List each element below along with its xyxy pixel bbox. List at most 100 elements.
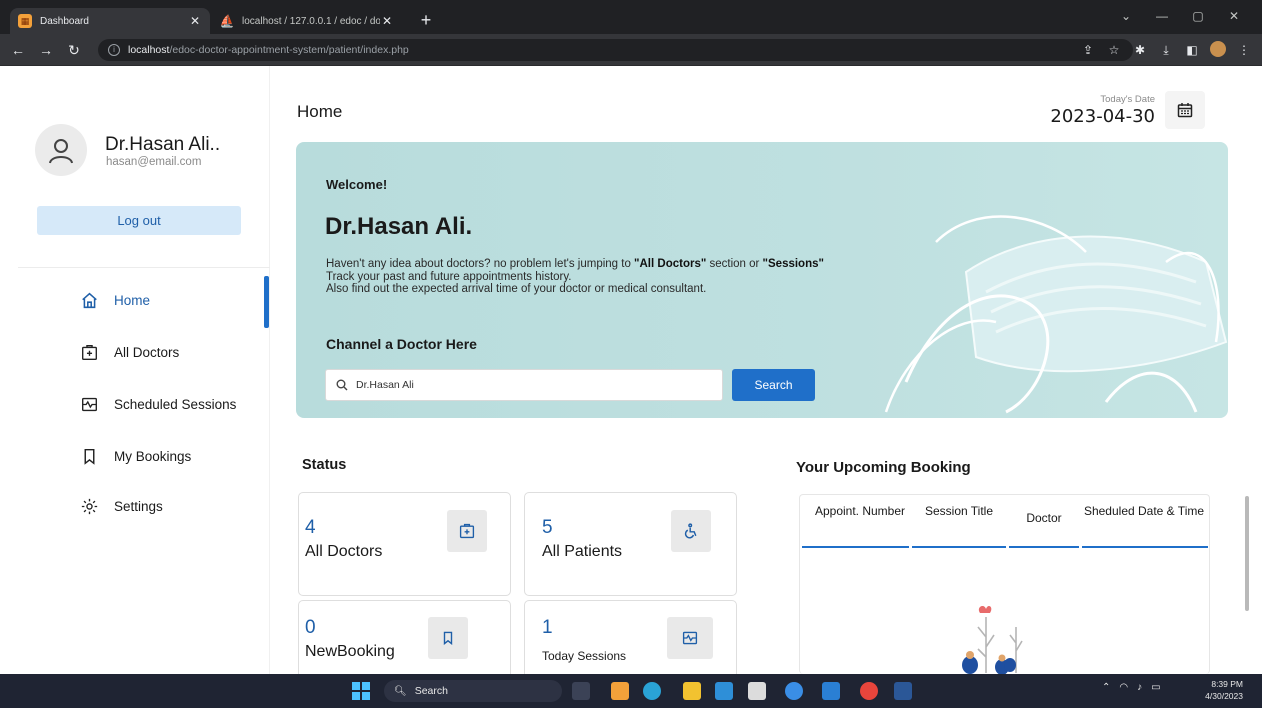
minimize-icon[interactable]: — (1144, 6, 1180, 26)
vscode-icon[interactable] (822, 682, 840, 700)
dashboard-favicon-icon: ▦ (18, 14, 32, 28)
stat-card-all-doctors[interactable]: 4 All Doctors (298, 492, 511, 596)
stat-number: 5 (542, 517, 553, 538)
windows-start-icon[interactable] (352, 682, 370, 700)
page-scrollbar[interactable] (1245, 496, 1249, 611)
taskbar-clock[interactable]: 8:39 PM 4/30/2023 (1205, 678, 1243, 702)
forward-icon[interactable]: → (36, 40, 56, 60)
search-icon: 🔍︎ (394, 685, 407, 697)
sessions-icon (80, 395, 98, 413)
sessions-link: "Sessions" (762, 258, 824, 270)
url-path: /edoc-doctor-appointment-system/patient/… (169, 44, 409, 56)
col-doctor: Doctor (1026, 511, 1062, 525)
stat-number: 1 (542, 617, 553, 638)
welcome-description: Haven't any idea about doctors? no probl… (326, 258, 824, 296)
profile-avatar-icon[interactable] (1210, 41, 1226, 57)
home-icon (80, 291, 98, 309)
extensions-icon[interactable]: ✱ (1132, 41, 1148, 59)
face-masks-image (884, 215, 1228, 414)
close-tab-icon[interactable]: ✕ (380, 14, 394, 28)
header-underline (912, 546, 1006, 548)
calendar-button[interactable] (1165, 91, 1205, 129)
browser-toolbar: ⇪ ☆ ✱ ⤓ ◧ ⋮ (1080, 41, 1252, 59)
date-value: 2023-04-30 (1050, 106, 1155, 127)
taskbar-search-label: Search (414, 685, 448, 697)
wheelchair-icon (671, 510, 711, 552)
sidebar-item-my-bookings[interactable]: My Bookings (80, 444, 191, 468)
skype-icon[interactable] (785, 682, 803, 700)
taskbar-search[interactable]: 🔍︎ Search (384, 680, 562, 702)
mail-icon[interactable] (715, 682, 733, 700)
channel-doctor-title: Channel a Doctor Here (326, 336, 477, 352)
new-tab-button[interactable]: + (416, 10, 436, 30)
upcoming-booking-title: Your Upcoming Booking (796, 459, 971, 476)
sidebar-item-label: Home (114, 292, 151, 308)
tab-search-icon[interactable]: ⌄ (1108, 6, 1144, 26)
chrome-icon[interactable] (860, 682, 878, 700)
edge-browser-icon[interactable] (643, 682, 661, 700)
stat-label: All Patients (542, 543, 623, 560)
stat-card-new-booking[interactable]: 0 NewBooking (298, 600, 511, 674)
stat-label: All Doctors (305, 543, 383, 560)
doctor-search-input[interactable]: Dr.Hasan Ali (325, 369, 723, 401)
welcome-name: Dr.Hasan Ali. (325, 213, 473, 240)
sidebar-item-settings[interactable]: Settings (80, 494, 163, 518)
site-info-icon[interactable]: i (108, 44, 120, 56)
bookmark-icon (428, 617, 468, 659)
doctor-icon (80, 343, 98, 361)
col-scheduled-date-time: Sheduled Date & Time (1083, 504, 1205, 518)
back-icon[interactable]: ← (8, 40, 28, 60)
close-window-icon[interactable]: ✕ (1216, 6, 1252, 26)
page-title: Home (297, 102, 343, 121)
logout-button[interactable]: Log out (37, 206, 241, 235)
task-view-icon[interactable] (572, 682, 590, 700)
user-icon (49, 139, 73, 164)
windows-taskbar: 🔍︎ Search ⌃ ◠ ♪ ▭ 8:39 PM 4/30/2023 (0, 674, 1262, 708)
url-host: localhost (128, 44, 170, 56)
all-doctors-link: "All Doctors" (634, 258, 707, 270)
share-icon[interactable]: ⇪ (1080, 41, 1096, 59)
tab-phpmyadmin[interactable]: ⛵ localhost / 127.0.0.1 / edoc / doc ✕ (212, 8, 402, 34)
profile-name: Dr.Hasan Ali.. (105, 134, 221, 155)
url-field[interactable]: i localhost /edoc-doctor-appointment-sys… (98, 39, 1133, 61)
calendar-icon (1177, 103, 1193, 118)
bookmark-icon (80, 447, 98, 465)
welcome-line3: Also find out the expected arrival time … (326, 283, 707, 295)
welcome-banner: Welcome! Dr.Hasan Ali. Haven't any idea … (296, 142, 1228, 418)
browser-tab-strip: ▦ Dashboard ✕ ⛵ localhost / 127.0.0.1 / … (0, 0, 1262, 34)
tab-dashboard[interactable]: ▦ Dashboard ✕ (10, 8, 210, 34)
clock-time: 8:39 PM (1211, 679, 1243, 689)
sidebar-item-all-doctors[interactable]: All Doctors (80, 340, 179, 364)
reload-icon[interactable]: ↻ (64, 40, 84, 60)
tab-title: Dashboard (40, 15, 89, 27)
stat-card-today-sessions[interactable]: 1 Today Sessions (524, 600, 737, 674)
search-button[interactable]: Search (732, 369, 815, 401)
word-icon[interactable] (894, 682, 912, 700)
sidebar-item-scheduled-sessions[interactable]: Scheduled Sessions (80, 392, 236, 416)
chevron-up-icon[interactable]: ⌃ (1102, 682, 1110, 693)
app-dashboard-icon[interactable] (611, 682, 629, 700)
sidebar-item-home[interactable]: Home (80, 288, 150, 312)
welcome-greeting: Welcome! (326, 177, 388, 192)
header-underline (1082, 546, 1208, 548)
tab-title: localhost / 127.0.0.1 / edoc / doc (242, 15, 380, 27)
store-icon[interactable] (748, 682, 766, 700)
search-value: Dr.Hasan Ali (356, 379, 414, 391)
file-explorer-icon[interactable] (683, 682, 701, 700)
download-icon[interactable]: ⤓ (1158, 41, 1174, 59)
stat-number: 4 (305, 517, 316, 538)
sessions-icon (667, 617, 713, 659)
stat-card-all-patients[interactable]: 5 All Patients (524, 492, 737, 596)
sidebar-item-label: Scheduled Sessions (114, 396, 237, 412)
battery-icon[interactable]: ▭ (1151, 682, 1160, 693)
clock-date: 4/30/2023 (1205, 691, 1243, 701)
header-underline (1009, 546, 1079, 548)
user-avatar (35, 124, 87, 176)
side-panel-icon[interactable]: ◧ (1184, 41, 1200, 59)
bookmark-star-icon[interactable]: ☆ (1106, 41, 1122, 59)
close-tab-icon[interactable]: ✕ (188, 14, 202, 28)
wifi-icon[interactable]: ◠ (1119, 682, 1128, 693)
maximize-icon[interactable]: ▢ (1180, 6, 1216, 26)
volume-icon[interactable]: ♪ (1137, 682, 1142, 693)
more-menu-icon[interactable]: ⋮ (1236, 41, 1252, 59)
